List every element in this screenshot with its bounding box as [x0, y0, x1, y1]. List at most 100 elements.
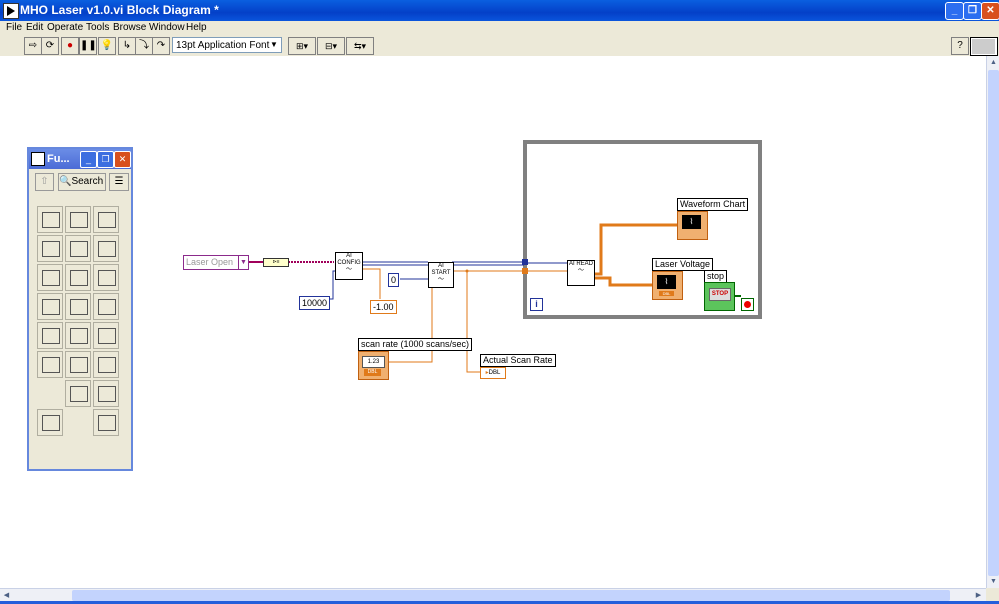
run-arrow-icon[interactable]: ⇨ — [24, 37, 42, 55]
window-title: MHO Laser v1.0.vi Block Diagram * — [20, 3, 219, 17]
palette-header: Fu... _ ❐ ✕ — [29, 149, 131, 169]
actual-scan-rate-label: Actual Scan Rate — [480, 354, 556, 367]
constant-10000[interactable]: 10000 — [299, 296, 331, 310]
horizontal-scrollbar[interactable]: ◀ ▶ — [0, 588, 986, 602]
express-icon[interactable] — [93, 380, 119, 407]
advanced-icon[interactable] — [93, 351, 119, 378]
analyze-icon[interactable] — [93, 293, 119, 320]
scroll-corner — [986, 588, 999, 601]
laser-voltage-terminal[interactable]: ⌇ DBL — [652, 271, 683, 300]
stop-button: STOP — [709, 288, 731, 301]
laser-open-enum[interactable]: Laser Open ▼ — [183, 255, 249, 270]
loop-tunnel-orange — [522, 268, 528, 274]
scan-rate-label: scan rate (1000 scans/sec) — [358, 338, 473, 351]
menu-bar: File Edit Operate Tools Browse Window He… — [0, 21, 999, 36]
palette-icon — [31, 152, 45, 166]
array-icon[interactable] — [65, 235, 91, 262]
ai-read-label: AI READ — [568, 261, 593, 267]
instrument-drivers-icon[interactable] — [93, 409, 119, 436]
communication-icon[interactable] — [37, 351, 63, 378]
scroll-down-icon[interactable]: ▼ — [988, 576, 999, 587]
search-button[interactable]: 🔍Search — [58, 173, 106, 191]
structures-icon[interactable] — [37, 206, 63, 233]
mathematics-icon[interactable] — [93, 322, 119, 349]
user-libraries-icon[interactable] — [37, 409, 63, 436]
title-bar: MHO Laser v1.0.vi Block Diagram * _ ❐ ✕ — [0, 0, 999, 21]
file-io-icon[interactable] — [93, 264, 119, 291]
close-button[interactable]: ✕ — [981, 2, 999, 20]
chevron-down-icon: ▼ — [270, 40, 278, 49]
highlight-execution-icon[interactable]: 💡 — [98, 37, 116, 55]
dbl-tag: DBL — [659, 291, 674, 296]
dbl-tag: DBL — [364, 369, 381, 376]
palette-title: Fu... — [47, 153, 70, 165]
type-cast-node[interactable]: ⊳≡ — [263, 258, 289, 267]
vertical-scroll-thumb[interactable] — [988, 70, 999, 576]
pause-icon[interactable]: ❚❚ — [79, 37, 97, 55]
menu-operate[interactable]: Operate — [47, 22, 83, 33]
font-select[interactable]: 13pt Application Font ▼ — [172, 37, 282, 53]
application-control-icon[interactable] — [65, 351, 91, 378]
ai-config-node[interactable]: AI CONFIG 〜 — [335, 252, 363, 280]
ai-start-node[interactable]: AI START 〜 — [428, 262, 454, 288]
constant-0[interactable]: 0 — [388, 273, 400, 287]
distribute-objects-dropdown[interactable]: ⊟▾ — [317, 37, 345, 55]
menu-window[interactable]: Window — [149, 22, 185, 33]
vertical-scrollbar[interactable]: ▲ ▼ — [986, 56, 999, 588]
minimize-button[interactable]: _ — [80, 151, 97, 168]
loop-condition-terminal[interactable] — [741, 298, 754, 311]
cluster-icon[interactable] — [93, 235, 119, 262]
labview-icon — [3, 3, 19, 19]
ai-read-node[interactable]: AI READ 〜 — [567, 260, 595, 286]
waveform-chart-terminal[interactable]: ⌇ — [677, 211, 708, 240]
block-diagram-canvas[interactable]: Laser Open ▼ ⊳≡ AI CONFIG 〜 10000 0 -1.00… — [0, 56, 986, 588]
retain-wire-values-icon[interactable]: ↳ — [118, 37, 136, 55]
restore-button[interactable]: ❐ — [97, 151, 114, 168]
string-icon[interactable] — [37, 235, 63, 262]
enum-value: Laser Open — [186, 257, 234, 267]
menu-tools[interactable]: Tools — [86, 22, 109, 33]
waveform-chart-label: Waveform Chart — [677, 198, 749, 211]
data-acquisition-icon[interactable] — [37, 293, 63, 320]
close-button[interactable]: ✕ — [114, 151, 131, 168]
chart-icon: ⌇ — [682, 215, 701, 229]
run-continuous-icon[interactable]: ⟳ — [41, 37, 59, 55]
functions-palette: Fu... _ ❐ ✕ ⇧ 🔍Search ☰ — [27, 147, 133, 471]
constant-neg-1[interactable]: -1.00 — [370, 300, 397, 314]
loop-tunnel-blue — [522, 259, 528, 265]
chart-icon: ⌇ — [657, 275, 676, 289]
options-icon[interactable]: ☰ — [109, 173, 129, 191]
step-into-icon[interactable]: ⤵ — [135, 37, 153, 55]
menu-file[interactable]: File — [6, 22, 22, 33]
motion-vision-icon[interactable] — [65, 322, 91, 349]
boolean-icon[interactable] — [93, 206, 119, 233]
actual-scan-rate-indicator[interactable]: ▸DBL — [480, 367, 506, 379]
menu-browse[interactable]: Browse — [113, 22, 146, 33]
menu-help[interactable]: Help — [186, 22, 207, 33]
help-icon[interactable]: ? — [951, 37, 969, 55]
select-vi-icon[interactable] — [65, 380, 91, 407]
instrument-io-icon[interactable] — [37, 322, 63, 349]
stop-button-terminal[interactable]: STOP — [704, 282, 735, 311]
up-arrow-icon[interactable]: ⇧ — [35, 173, 54, 191]
menu-edit[interactable]: Edit — [26, 22, 43, 33]
abort-icon[interactable]: ● — [61, 37, 79, 55]
reorder-dropdown[interactable]: ⇆▾ — [346, 37, 374, 55]
horizontal-scroll-thumb[interactable] — [72, 590, 950, 601]
scroll-up-icon[interactable]: ▲ — [988, 57, 999, 68]
numeric-icon[interactable] — [65, 206, 91, 233]
vi-icon[interactable] — [970, 37, 998, 56]
align-objects-dropdown[interactable]: ⊞▾ — [288, 37, 316, 55]
dbl-tag: DBL — [488, 370, 501, 376]
scan-rate-control[interactable]: 1.23 DBL — [358, 351, 389, 380]
comparison-icon[interactable] — [37, 264, 63, 291]
maximize-button[interactable]: ❐ — [963, 2, 982, 20]
step-over-icon[interactable]: ↷ — [152, 37, 170, 55]
wires-layer — [248, 140, 762, 373]
scroll-right-icon[interactable]: ▶ — [973, 590, 984, 601]
time-dialog-icon[interactable] — [65, 264, 91, 291]
waveform-icon[interactable] — [65, 293, 91, 320]
scroll-left-icon[interactable]: ◀ — [1, 590, 12, 601]
minimize-button[interactable]: _ — [945, 2, 964, 20]
iteration-terminal: i — [530, 298, 543, 311]
